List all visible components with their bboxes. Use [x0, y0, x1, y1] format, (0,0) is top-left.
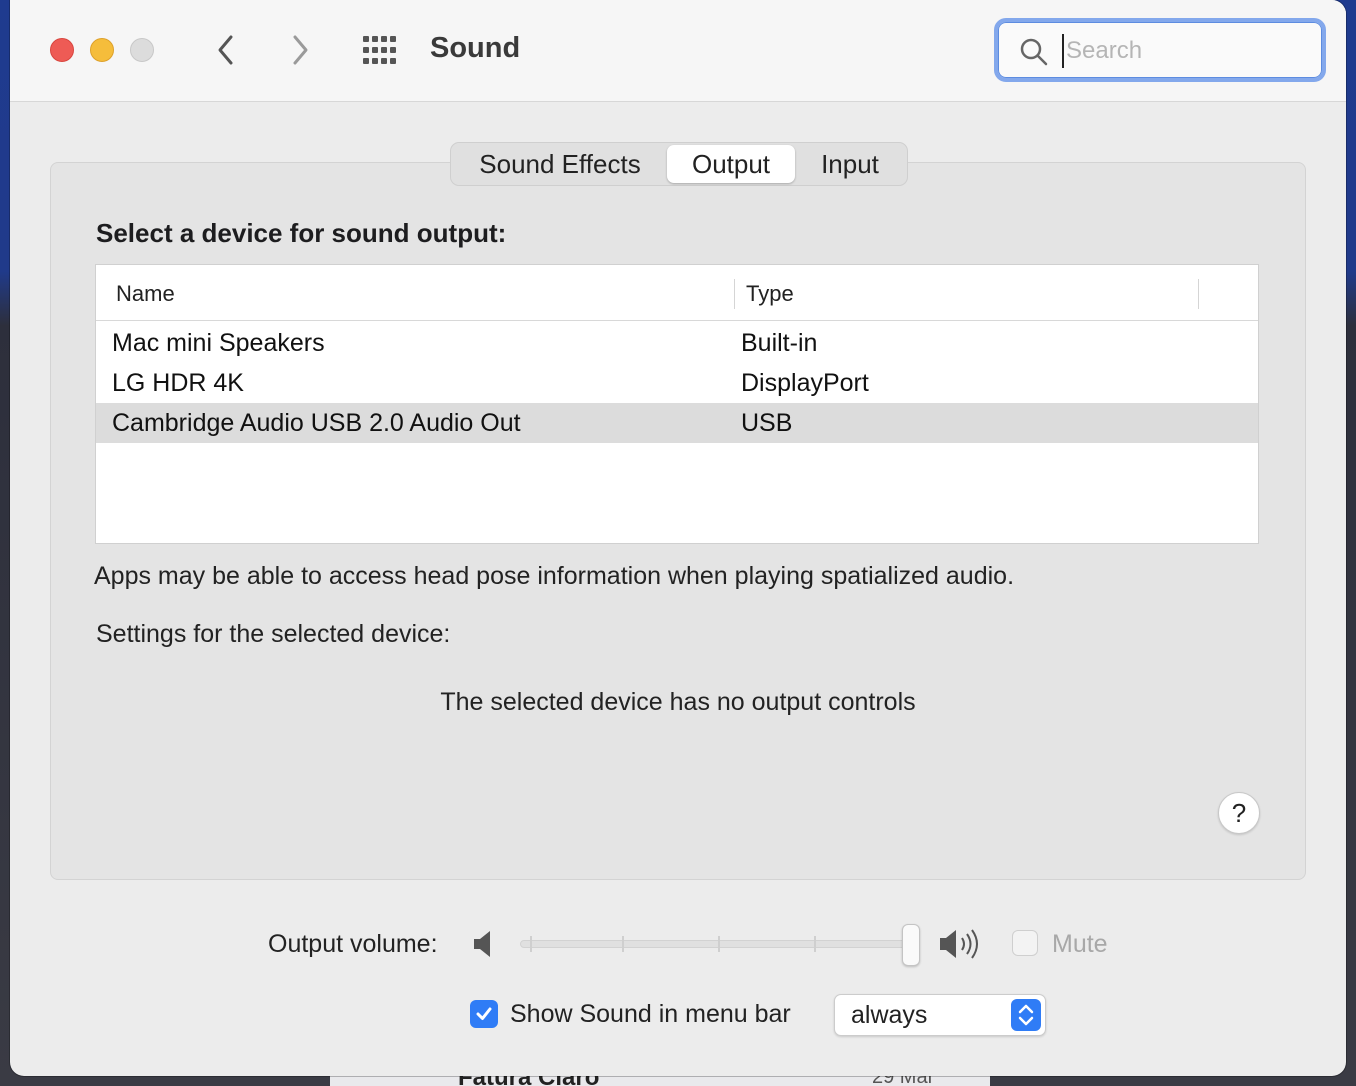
device-name: Mac mini Speakers: [112, 329, 325, 357]
menu-bar-visibility-popup[interactable]: always: [834, 994, 1046, 1036]
table-header: Name Type: [96, 265, 1258, 321]
column-header-type[interactable]: Type: [746, 281, 794, 307]
no-controls-message: The selected device has no output contro…: [440, 688, 916, 716]
search-icon: [1020, 38, 1048, 66]
mute-checkbox[interactable]: [1012, 930, 1038, 956]
up-down-arrows-icon: [1018, 1004, 1034, 1026]
checkmark-icon: [476, 1007, 492, 1020]
back-button[interactable]: [208, 32, 244, 68]
column-header-name[interactable]: Name: [116, 281, 175, 307]
speaker-high-icon: [940, 929, 978, 959]
zoom-button[interactable]: [130, 38, 154, 62]
device-type: DisplayPort: [741, 369, 869, 397]
output-volume-label: Output volume:: [268, 930, 438, 958]
device-table[interactable]: Name Type Mac mini Speakers Built-in LG …: [95, 264, 1259, 544]
spatial-audio-info: Apps may be able to access head pose inf…: [94, 562, 1015, 590]
volume-slider[interactable]: [520, 940, 914, 948]
mute-label: Mute: [1052, 930, 1108, 958]
slider-tick: [622, 936, 624, 952]
tab-output[interactable]: Output: [667, 145, 795, 183]
tab-bar: Sound Effects Output Input: [450, 142, 908, 186]
device-type: Built-in: [741, 329, 818, 357]
popup-selected-value: always: [851, 1001, 928, 1029]
tab-input[interactable]: Input: [795, 145, 905, 183]
table-row[interactable]: Mac mini Speakers Built-in: [96, 323, 1258, 363]
device-name: LG HDR 4K: [112, 369, 244, 397]
close-button[interactable]: [50, 38, 74, 62]
table-row[interactable]: LG HDR 4K DisplayPort: [96, 363, 1258, 403]
speaker-low-icon: [474, 931, 490, 957]
output-heading: Select a device for sound output:: [96, 218, 507, 248]
search-field[interactable]: [994, 18, 1326, 82]
device-type: USB: [741, 409, 793, 437]
chevron-right-icon: [293, 35, 308, 65]
table-row-selected[interactable]: Cambridge Audio USB 2.0 Audio Out USB: [96, 403, 1258, 443]
device-name: Cambridge Audio USB 2.0 Audio Out: [112, 409, 521, 437]
forward-button[interactable]: [282, 32, 318, 68]
show-in-menu-bar-checkbox[interactable]: [470, 1000, 498, 1028]
device-settings-label: Settings for the selected device:: [96, 620, 451, 648]
search-input[interactable]: [1062, 34, 1302, 68]
tab-sound-effects[interactable]: Sound Effects: [453, 145, 667, 183]
volume-slider-thumb[interactable]: [902, 924, 920, 966]
window-title: Sound: [430, 32, 521, 64]
minimize-button[interactable]: [90, 38, 114, 62]
column-divider[interactable]: [1198, 279, 1199, 309]
slider-tick: [814, 936, 816, 952]
toolbar: Sound: [10, 0, 1346, 102]
show-in-menu-bar-label: Show Sound in menu bar: [510, 1000, 791, 1028]
sound-preferences-window: Sound Sound Effects Output Input Select …: [10, 0, 1346, 1076]
grid-icon: [363, 36, 396, 64]
help-button[interactable]: ?: [1218, 792, 1260, 834]
show-all-button[interactable]: [360, 34, 404, 66]
popup-arrows: [1011, 999, 1041, 1031]
slider-tick: [718, 936, 720, 952]
chevron-left-icon: [218, 35, 233, 65]
slider-tick: [530, 936, 532, 952]
column-divider[interactable]: [734, 279, 735, 309]
